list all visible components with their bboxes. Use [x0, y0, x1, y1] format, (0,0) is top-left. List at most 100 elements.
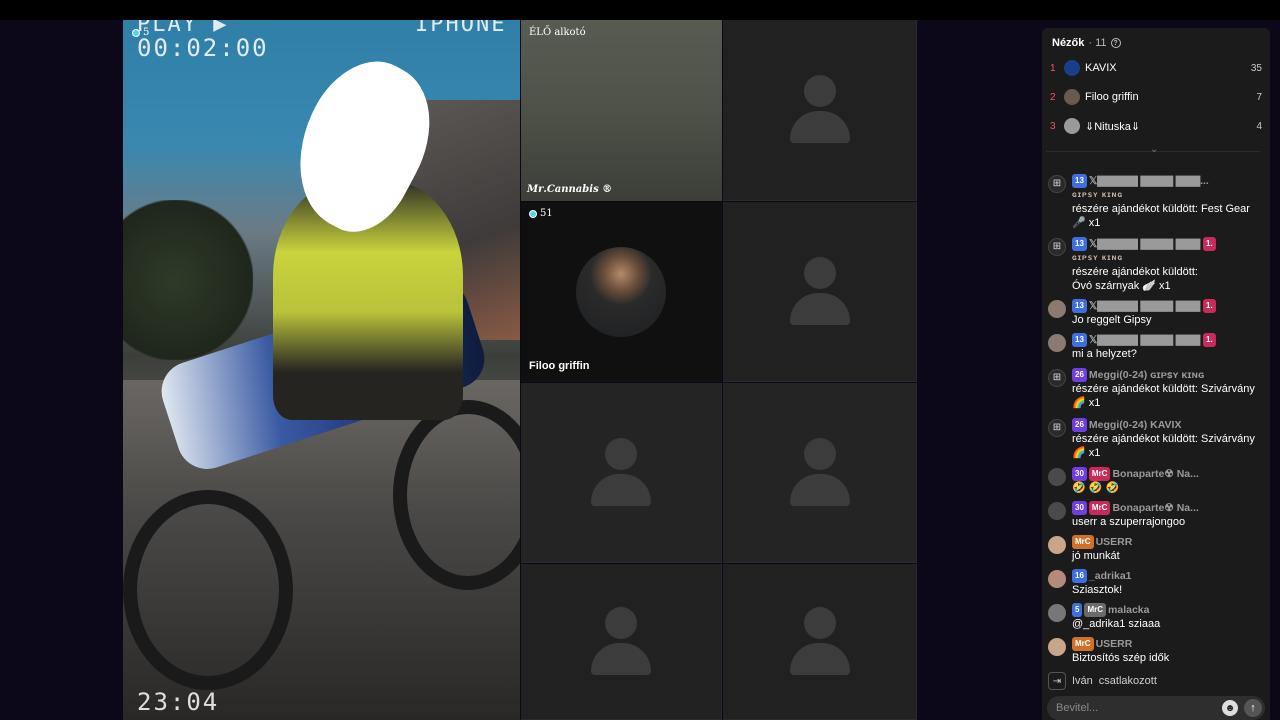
chat-message: 30 MrC Bonaparte☢ Na... 🤣 🤣 🤣 — [1048, 467, 1266, 495]
level-badge: 13 — [1072, 333, 1087, 347]
main-viewer-count: 5 — [143, 27, 150, 38]
guest-viewer-badge: 51 — [529, 208, 553, 219]
arrow-up-icon[interactable]: ↑ — [1244, 699, 1262, 717]
chat-sender[interactable]: Meggi(0-24) KAVIX — [1089, 419, 1182, 431]
person-placeholder-icon — [789, 606, 850, 677]
chevron-down-icon[interactable]: ⌄ — [1150, 144, 1158, 155]
level-badge: 13 — [1072, 174, 1087, 188]
avatar[interactable] — [1048, 536, 1066, 554]
chat-text: 🤣 🤣 🤣 — [1072, 482, 1120, 494]
person-placeholder-icon — [591, 437, 651, 508]
chat-sender[interactable]: 𝕏▇▇▇▇▇ ▇▇▇▇ ▇▇▇ — [1089, 300, 1200, 312]
chat-text: Jo reggelt Gipsy — [1072, 314, 1152, 326]
empty-guest-slot[interactable] — [723, 20, 917, 201]
avatar[interactable] — [1048, 300, 1066, 318]
avatar[interactable] — [1048, 468, 1066, 486]
chat-gift-message: ⊞ 13 𝕏▇▇▇▇▇ ▇▇▇▇ ▇▇▇ 1. ɢɪᴘꜱʏ ᴋɪɴɢ részér… — [1048, 237, 1266, 293]
chat-sender[interactable]: Bonaparte☢ Na... — [1112, 502, 1198, 514]
front-wheel — [123, 490, 293, 690]
rank-number: 1 — [1050, 62, 1056, 74]
level-badge: 26 — [1072, 418, 1087, 432]
avatar — [1064, 60, 1080, 76]
rank-number: 3 — [1050, 120, 1056, 132]
guest-viewer-count: 51 — [540, 208, 553, 219]
chat-sender[interactable]: 𝕏▇▇▇▇▇ ▇▇▇▇ ▇▇▇ — [1089, 238, 1200, 250]
chat-sender[interactable]: USERR — [1096, 536, 1133, 548]
avatar[interactable] — [1048, 570, 1066, 588]
chat-message: MrC USERR Biztosítós szép idők — [1048, 637, 1266, 665]
vhs-device-text: IPHONE — [415, 20, 507, 37]
chat-text: részére ajándékot küldött: Szivárvány — [1072, 383, 1255, 395]
empty-guest-slot[interactable] — [723, 202, 917, 382]
vhs-timecode: 00:02:00 — [137, 34, 269, 62]
empty-guest-slot[interactable] — [723, 564, 917, 720]
chat-text: Biztosítós szép idők — [1072, 652, 1170, 664]
chat-sender[interactable]: USERR — [1096, 638, 1133, 650]
join-icon: ⇥ — [1048, 672, 1066, 690]
gift-icon: ⊞ — [1048, 175, 1066, 193]
gift-icon: ⊞ — [1048, 238, 1066, 256]
fan-badge: MrC — [1072, 637, 1094, 651]
chat-message: 16 _adrika1 Sziasztok! — [1048, 569, 1266, 597]
chat-extra: Óvó szárnyak 🪽 x1 — [1072, 280, 1171, 292]
live-creator-tile[interactable]: ÉLŐ alkotó 𝑴𝒓.𝑪𝒂𝒏𝒏𝒂𝒃𝒊𝒔 ® — [521, 20, 722, 201]
tree-background — [123, 200, 253, 360]
guest-tile[interactable]: 51 Filoo griffin — [521, 202, 722, 382]
chat-input[interactable] — [1056, 702, 1222, 714]
chat-text: részére ajándékot küldött: — [1072, 266, 1198, 278]
empty-guest-slot[interactable] — [521, 383, 722, 563]
chat-sender[interactable]: Bonaparte☢ Na... — [1112, 468, 1198, 480]
viewer-icon — [132, 28, 140, 37]
viewer-rank-row[interactable]: 2 Filoo griffin 7 — [1050, 86, 1262, 108]
chat-text: részére ajándékot küldött: Fest Gear — [1072, 203, 1250, 215]
chat-text: Sziasztok! — [1072, 584, 1123, 596]
level-badge: 30 — [1072, 467, 1087, 481]
level-badge: 5 — [1072, 603, 1083, 617]
rank-badge: 1. — [1203, 299, 1216, 313]
side-panel: Nézők · 11 ? 1 KAVIX 35 2 Filoo griffin … — [1042, 28, 1270, 720]
viewer-name: Filoo griffin — [1085, 91, 1139, 103]
avatar[interactable] — [1048, 334, 1066, 352]
viewer-score: 35 — [1250, 62, 1262, 74]
empty-guest-slot[interactable] — [521, 564, 722, 720]
chat-message: 13 𝕏▇▇▇▇▇ ▇▇▇▇ ▇▇▇ 1. mi a helyzet? — [1048, 333, 1266, 361]
fan-badge: MrC — [1072, 535, 1094, 549]
empty-guest-slot[interactable] — [723, 383, 917, 563]
viewer-rank-row[interactable]: 1 KAVIX 35 — [1050, 57, 1262, 79]
chat-sender[interactable]: Meggi(0-24) ɢɪᴘꜱʏ ᴋɪɴɢ — [1089, 369, 1204, 381]
chat-sender[interactable]: _adrika1 — [1089, 570, 1132, 582]
chat-sender[interactable]: 𝕏▇▇▇▇▇ ▇▇▇▇ ▇▇▇ — [1089, 334, 1200, 346]
rank-badge: 1. — [1203, 237, 1216, 251]
main-stream-video[interactable]: PLAY ▶ 00:02:00 IPHONE 23:04 5 — [123, 20, 520, 720]
chat-message: MrC USERR jó munkát — [1048, 535, 1266, 563]
chat-extra: 🌈 x1 — [1072, 397, 1101, 409]
chat-text: részére ajándékot küldött: Szivárvány — [1072, 433, 1255, 445]
fan-badge: MrC — [1088, 501, 1111, 515]
viewer-name: KAVIX — [1085, 62, 1117, 74]
avatar — [1064, 118, 1080, 134]
avatar[interactable] — [1048, 638, 1066, 656]
live-label: ÉLŐ alkotó — [529, 27, 586, 38]
chat-sender[interactable]: 𝕏▇▇▇▇▇ ▇▇▇▇ ▇▇▇... — [1089, 175, 1209, 187]
chat-message: 5 MrC malacka @_adrika1 sziaaa — [1048, 603, 1266, 631]
chat-extra: 🌈 x1 — [1072, 447, 1101, 459]
person-placeholder-icon — [789, 75, 850, 145]
avatar[interactable] — [1048, 502, 1066, 520]
chat-subtitle: ɢɪᴘꜱʏ ᴋɪɴɢ — [1072, 190, 1124, 199]
top-bar — [0, 0, 1280, 20]
level-badge: 13 — [1072, 237, 1087, 251]
emoji-icon[interactable]: ☻ — [1222, 700, 1238, 716]
chat-subtitle: ɢɪᴘꜱʏ ᴋɪɴɢ — [1072, 253, 1124, 262]
chat-sender[interactable]: malacka — [1108, 604, 1149, 616]
level-badge: 26 — [1072, 368, 1087, 382]
chat-message: 30 MrC Bonaparte☢ Na... userr a szuperrajo… — [1048, 501, 1266, 529]
avatar[interactable] — [1048, 604, 1066, 622]
viewer-score: 7 — [1256, 91, 1262, 103]
info-icon[interactable]: ? — [1110, 38, 1121, 48]
vhs-bottom-time: 23:04 — [137, 688, 220, 716]
gift-icon: ⊞ — [1048, 369, 1066, 387]
join-user[interactable]: Iván — [1072, 675, 1093, 687]
chat-text: @_adrika1 sziaaa — [1072, 618, 1161, 630]
person-placeholder-icon — [789, 437, 850, 508]
viewer-rank-row[interactable]: 3 ⇓Nituska⇓ 4 — [1050, 115, 1262, 137]
